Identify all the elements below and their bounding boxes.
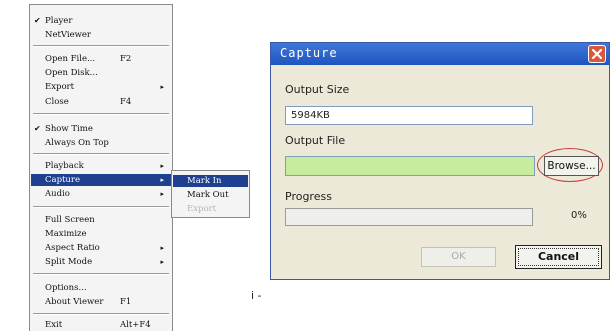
menu-item-label: Show Time xyxy=(45,124,93,134)
menu-item-always-on-top[interactable]: Always On Top xyxy=(31,137,171,149)
menu-item-show-time[interactable]: ✔ Show Time xyxy=(31,123,171,135)
output-size-field: 5984KB xyxy=(285,106,533,125)
menu-item-label: Aspect Ratio xyxy=(45,243,100,253)
menu-item-label: Player xyxy=(45,16,73,26)
menu-item-audio[interactable]: Audio ▸ xyxy=(31,188,171,200)
menu-item-label: NetViewer xyxy=(45,30,91,40)
menu-item-label: Export xyxy=(45,82,75,92)
menu-item-label: Full Screen xyxy=(45,215,95,225)
menu-item-capture[interactable]: Capture ▸ xyxy=(31,174,171,186)
menu-item-player[interactable]: ✔ Player xyxy=(31,15,171,27)
menu-item-split-mode[interactable]: Split Mode ▸ xyxy=(31,256,171,268)
menu-item-shortcut: F4 xyxy=(120,97,132,107)
menu-item-shortcut: F1 xyxy=(120,297,132,307)
menu-separator xyxy=(33,45,169,47)
close-icon xyxy=(591,48,603,60)
menu-item-aspect-ratio[interactable]: Aspect Ratio ▸ xyxy=(31,242,171,254)
output-file-field[interactable] xyxy=(285,156,535,176)
output-size-label: Output Size xyxy=(285,83,350,96)
submenu-arrow-icon: ▸ xyxy=(160,83,164,91)
output-file-label: Output File xyxy=(285,134,346,147)
menu-item-label: Exit xyxy=(45,320,63,330)
menu-item-shortcut: F2 xyxy=(120,54,132,64)
close-button[interactable] xyxy=(588,45,606,63)
menu-item-label: Close xyxy=(45,97,69,107)
submenu-item-label: Mark In xyxy=(187,176,222,186)
cancel-button[interactable]: Cancel xyxy=(515,245,602,269)
submenu-arrow-icon: ▸ xyxy=(160,258,164,266)
dialog-titlebar[interactable]: Capture xyxy=(271,43,609,65)
menu-item-exit[interactable]: Exit Alt+F4 xyxy=(31,319,171,331)
menu-item-label: Capture xyxy=(45,175,80,185)
submenu-item-export: Export xyxy=(173,203,248,215)
browse-button[interactable]: Browse... xyxy=(544,156,599,176)
menu-item-label: Open Disk... xyxy=(45,68,98,78)
menu-item-label: Open File... xyxy=(45,54,96,64)
submenu-item-label: Mark Out xyxy=(187,190,229,200)
progress-label: Progress xyxy=(285,190,332,203)
capture-dialog: Capture Output Size 5984KB Output File B… xyxy=(270,42,610,280)
menu-item-full-screen[interactable]: Full Screen xyxy=(31,214,171,226)
submenu-arrow-icon: ▸ xyxy=(160,176,164,184)
menu-separator xyxy=(33,206,169,208)
menu-item-shortcut: Alt+F4 xyxy=(120,320,151,330)
stray-text: i - xyxy=(251,289,262,302)
menu-item-options[interactable]: Options... xyxy=(31,282,171,294)
menu-item-about-viewer[interactable]: About Viewer F1 xyxy=(31,296,171,308)
menu-item-label: Options... xyxy=(45,283,87,293)
progress-percent: 0% xyxy=(571,210,587,221)
checkmark-icon: ✔ xyxy=(34,16,41,25)
menu-separator xyxy=(33,273,169,275)
menu-item-open-file[interactable]: Open File... F2 xyxy=(31,53,171,65)
menu-item-label: Playback xyxy=(45,161,84,171)
menu-item-label: About Viewer xyxy=(45,297,104,307)
menu-item-close[interactable]: Close F4 xyxy=(31,96,171,108)
submenu-item-mark-out[interactable]: Mark Out xyxy=(173,189,248,201)
menu-item-label: Split Mode xyxy=(45,257,93,267)
submenu-item-mark-in[interactable]: Mark In xyxy=(173,175,248,187)
menu-item-label: Audio xyxy=(45,189,70,199)
menu-item-maximize[interactable]: Maximize xyxy=(31,228,171,240)
menu-separator xyxy=(33,113,169,115)
submenu-arrow-icon: ▸ xyxy=(160,162,164,170)
submenu-arrow-icon: ▸ xyxy=(160,244,164,252)
menu-item-netviewer[interactable]: NetViewer xyxy=(31,29,171,41)
capture-submenu: Mark In Mark Out Export xyxy=(171,170,250,218)
menu-separator xyxy=(33,153,169,155)
dialog-title: Capture xyxy=(280,46,338,60)
context-menu: ✔ Player NetViewer Open File... F2 Open … xyxy=(29,4,173,331)
menu-item-export[interactable]: Export ▸ xyxy=(31,81,171,93)
submenu-item-label: Export xyxy=(187,204,217,214)
menu-item-open-disk[interactable]: Open Disk... xyxy=(31,67,171,79)
ok-button[interactable]: OK xyxy=(421,247,496,267)
menu-separator xyxy=(33,313,169,315)
menu-item-playback[interactable]: Playback ▸ xyxy=(31,160,171,172)
menu-item-label: Maximize xyxy=(45,229,87,239)
progress-bar xyxy=(285,208,533,226)
menu-item-label: Always On Top xyxy=(45,138,109,148)
checkmark-icon: ✔ xyxy=(34,124,41,133)
submenu-arrow-icon: ▸ xyxy=(160,190,164,198)
